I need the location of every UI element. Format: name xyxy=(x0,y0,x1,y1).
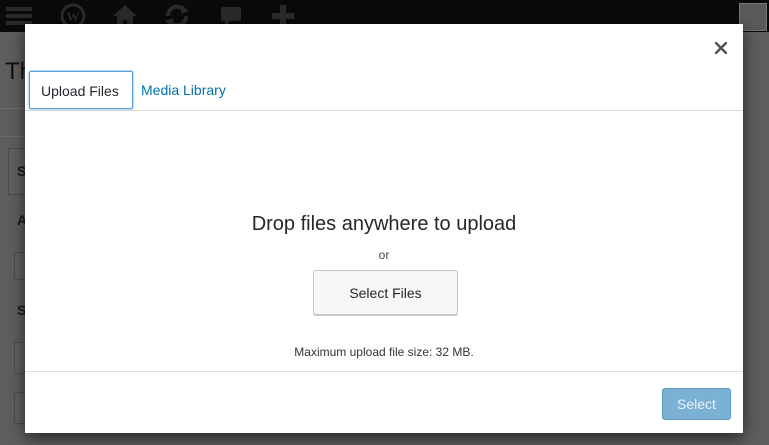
background-divider xyxy=(0,136,25,137)
or-separator: or xyxy=(378,248,390,262)
upload-drop-zone[interactable]: Drop files anywhere to upload or Select … xyxy=(25,111,743,370)
svg-text:W: W xyxy=(67,9,80,24)
media-tabs: Upload Files Media Library xyxy=(25,70,743,111)
tab-upload-files[interactable]: Upload Files xyxy=(29,71,133,109)
tab-media-library[interactable]: Media Library xyxy=(130,71,237,109)
avatar[interactable] xyxy=(739,3,767,31)
select-button[interactable]: Select xyxy=(662,388,731,420)
media-upload-modal: Upload Files Media Library Drop files an… xyxy=(25,24,743,433)
close-icon[interactable] xyxy=(709,36,733,60)
drop-instructions: Drop files anywhere to upload xyxy=(251,213,517,235)
background-divider xyxy=(0,108,25,109)
modal-toolbar: Select xyxy=(25,371,743,433)
max-upload-size-note: Maximum upload file size: 32 MB. xyxy=(294,345,474,359)
select-files-button[interactable]: Select Files xyxy=(313,270,458,315)
